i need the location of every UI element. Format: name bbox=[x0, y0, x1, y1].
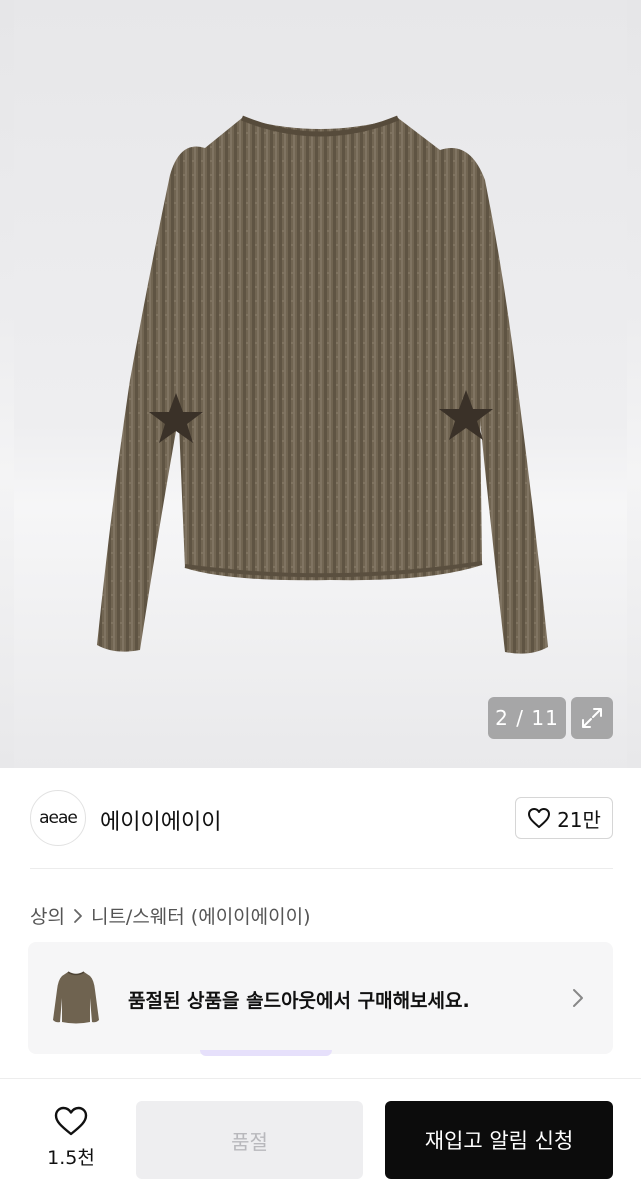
brand-row[interactable]: aeae 에이이에이이 21만 bbox=[0, 768, 641, 868]
wishlist-button[interactable]: 1.5천 bbox=[30, 1105, 112, 1175]
breadcrumb: 상의 니트/스웨터 (에이이에이이) bbox=[30, 902, 311, 929]
soldout-banner-text: 품절된 상품을 솔드아웃에서 구매해보세요. bbox=[128, 990, 470, 1012]
hidden-content-peek bbox=[200, 1050, 332, 1056]
bottom-action-bar: 1.5천 품절 재입고 알림 신청 bbox=[0, 1078, 641, 1200]
wishlist-count: 1.5천 bbox=[47, 1147, 95, 1169]
restock-notify-button[interactable]: 재입고 알림 신청 bbox=[385, 1101, 613, 1179]
brand-logo[interactable]: aeae bbox=[30, 790, 86, 846]
image-pager: 2 / 11 bbox=[488, 697, 566, 739]
breadcrumb-item-category[interactable]: 상의 bbox=[30, 902, 65, 929]
chevron-right-icon bbox=[573, 989, 583, 1007]
expand-icon bbox=[582, 708, 602, 728]
brand-like-button[interactable]: 21만 bbox=[515, 797, 613, 839]
heart-icon bbox=[54, 1106, 88, 1136]
divider bbox=[30, 868, 613, 869]
soldout-button: 품절 bbox=[136, 1101, 363, 1179]
heart-icon bbox=[528, 808, 551, 828]
soldout-banner[interactable]: 품절된 상품을 솔드아웃에서 구매해보세요. bbox=[28, 942, 613, 1054]
chevron-right-icon bbox=[73, 908, 83, 924]
banner-product-thumbnail bbox=[53, 971, 99, 1024]
brand-name[interactable]: 에이이에이이 bbox=[100, 804, 221, 836]
breadcrumb-item-subcategory[interactable]: 니트/스웨터 (에이이에이이) bbox=[91, 902, 311, 929]
product-image-gallery[interactable]: 2 / 11 bbox=[0, 0, 641, 768]
brand-like-count: 21만 bbox=[557, 807, 601, 832]
product-image bbox=[97, 115, 548, 654]
expand-button[interactable] bbox=[571, 697, 613, 739]
